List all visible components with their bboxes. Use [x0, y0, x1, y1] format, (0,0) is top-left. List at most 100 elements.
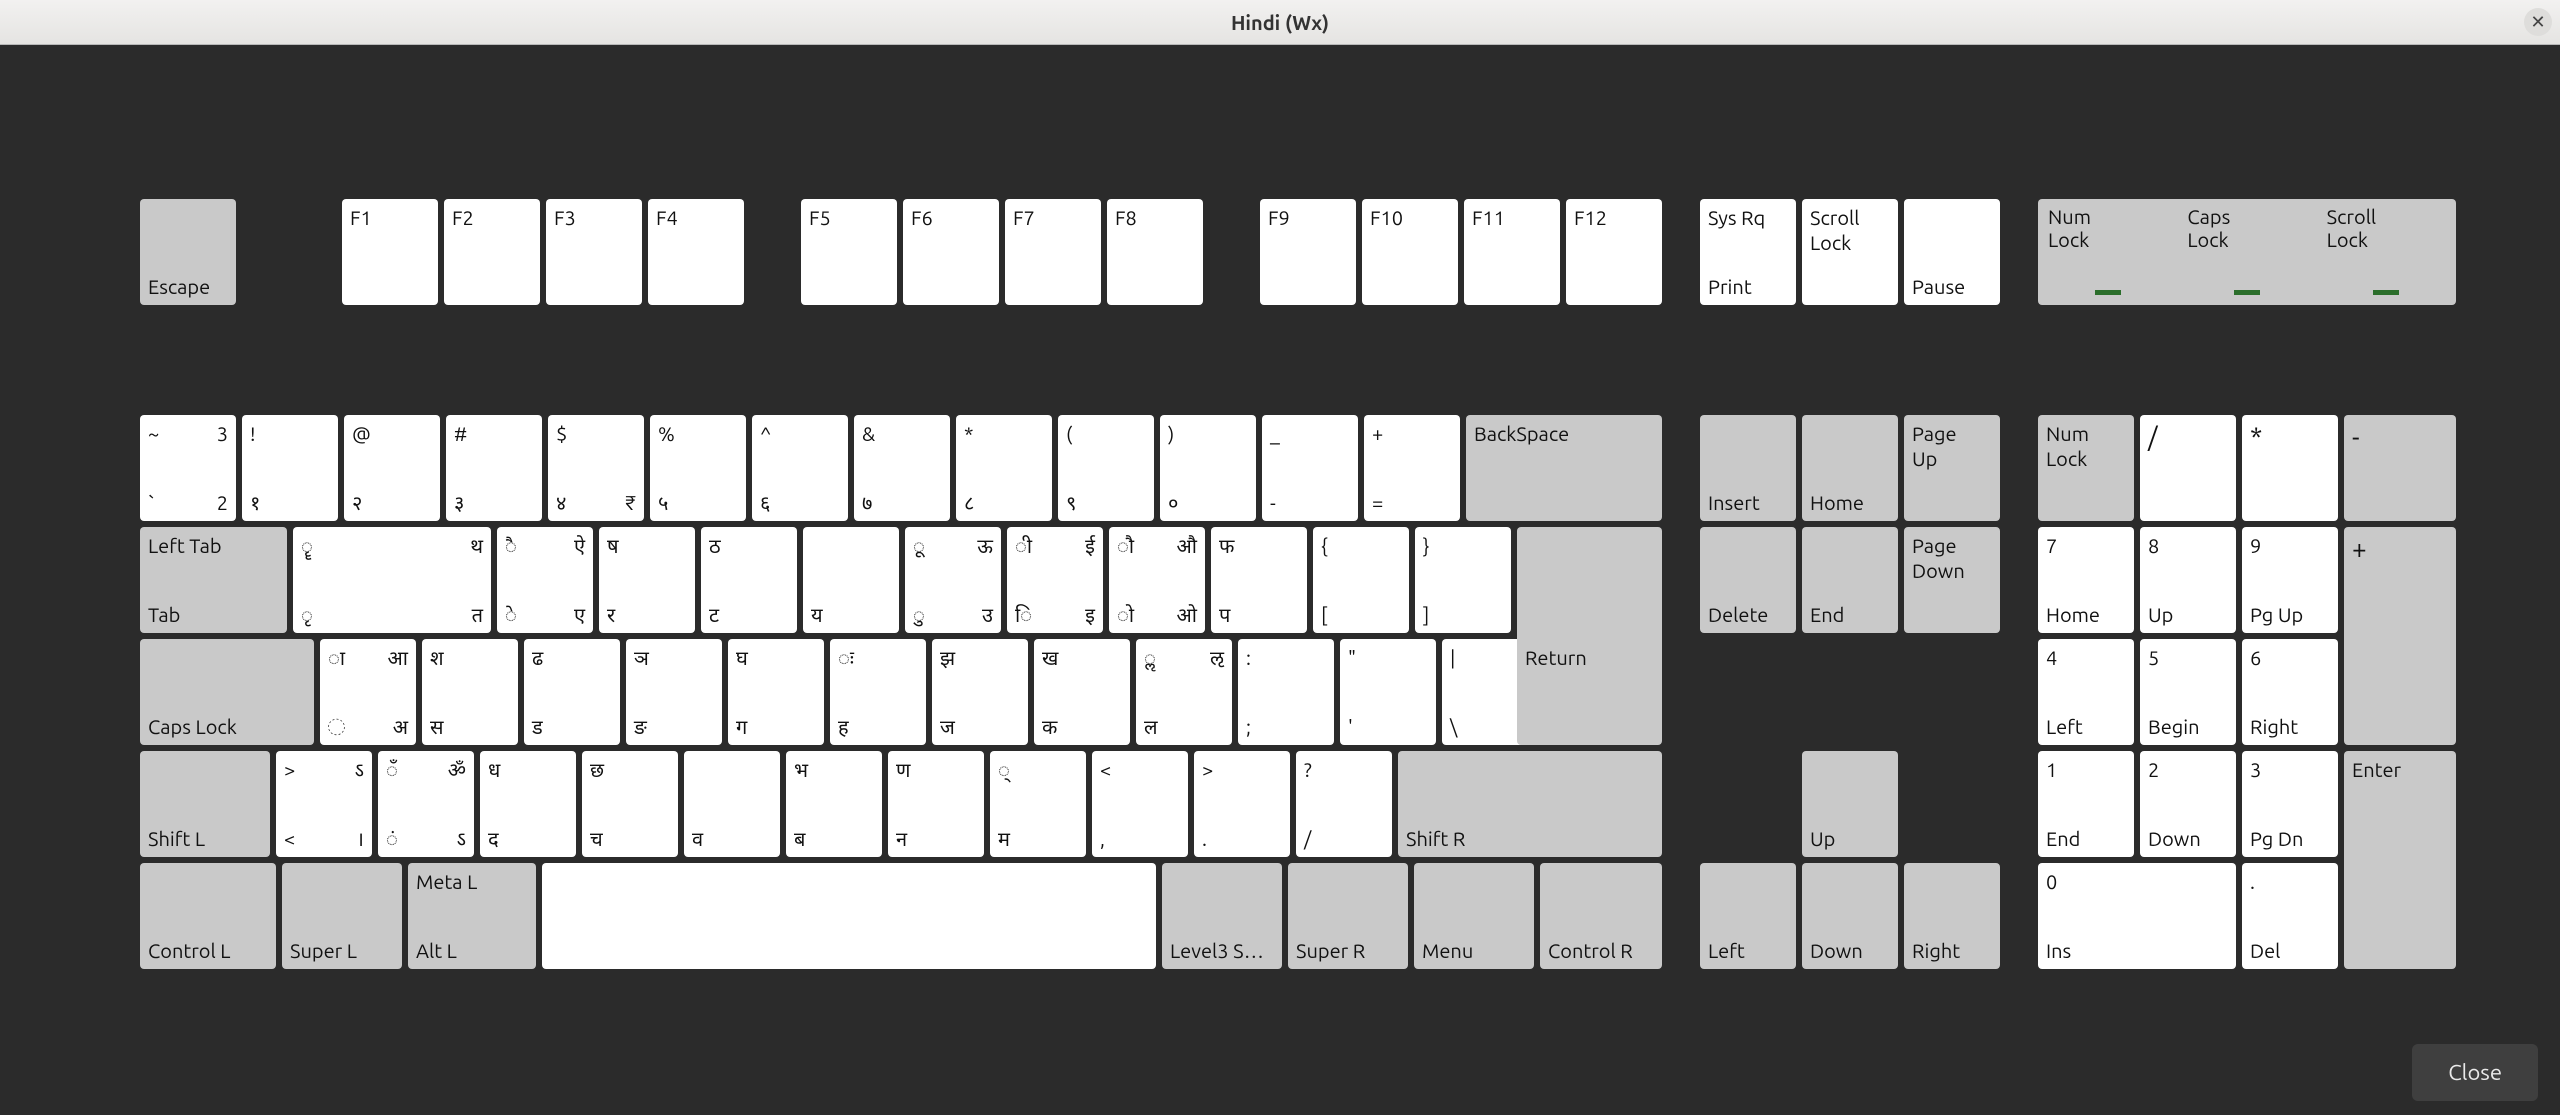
- key-kp-0[interactable]: 0Ins: [2038, 863, 2236, 969]
- key-kp-6[interactable]: 6Right: [2242, 639, 2338, 745]
- key-m[interactable]: ◌्म: [990, 751, 1086, 857]
- key-insert[interactable]: Insert: [1700, 415, 1796, 521]
- key-f3[interactable]: F3: [546, 199, 642, 305]
- key-kp-1[interactable]: 1End: [2038, 751, 2134, 857]
- key-1[interactable]: !१: [242, 415, 338, 521]
- key-a[interactable]: ◌ा◌आअ: [320, 639, 416, 745]
- key-7[interactable]: &७: [854, 415, 950, 521]
- key-pageup[interactable]: Page Up: [1904, 415, 2000, 521]
- key-f7[interactable]: F7: [1005, 199, 1101, 305]
- key-q[interactable]: ◌ॄ◌ृथत: [293, 527, 491, 633]
- key-f[interactable]: ञङ: [626, 639, 722, 745]
- key-comma[interactable]: <,: [1092, 751, 1188, 857]
- key-pause[interactable]: Pause: [1904, 199, 2000, 305]
- key-kp-7[interactable]: 7Home: [2038, 527, 2134, 633]
- key-kp-multiply[interactable]: *: [2242, 415, 2338, 521]
- key-lessgreater[interactable]: >ऽ<।: [276, 751, 372, 857]
- key-p[interactable]: {[: [1313, 527, 1409, 633]
- key-kp-2[interactable]: 2Down: [2140, 751, 2236, 857]
- key-r[interactable]: ठट: [701, 527, 797, 633]
- key-semicolon[interactable]: :;: [1238, 639, 1334, 745]
- key-d[interactable]: ढड: [524, 639, 620, 745]
- key-6[interactable]: ^६: [752, 415, 848, 521]
- key-f11[interactable]: F11: [1464, 199, 1560, 305]
- key-level3-shift[interactable]: Level3 S…: [1162, 863, 1282, 969]
- key-up[interactable]: Up: [1802, 751, 1898, 857]
- key-home[interactable]: Home: [1802, 415, 1898, 521]
- key-kp-4[interactable]: 4Left: [2038, 639, 2134, 745]
- key-h[interactable]: ◌ःह: [830, 639, 926, 745]
- key-escape[interactable]: Escape: [140, 199, 236, 305]
- key-0[interactable]: )०: [1160, 415, 1256, 521]
- key-equals[interactable]: +=: [1364, 415, 1460, 521]
- key-kp-subtract[interactable]: -: [2344, 415, 2456, 521]
- key-kp-add[interactable]: +: [2344, 527, 2456, 745]
- close-icon[interactable]: ✕: [2524, 8, 2552, 36]
- key-slash[interactable]: ?/: [1296, 751, 1392, 857]
- key-ctrl-left[interactable]: Control L: [140, 863, 276, 969]
- key-c[interactable]: छच: [582, 751, 678, 857]
- key-i[interactable]: ◌ौ◌ोऔओ: [1109, 527, 1205, 633]
- key-y[interactable]: ◌ू◌ुऊउ: [905, 527, 1001, 633]
- key-z[interactable]: ◌ँ◌ंॐऽ: [378, 751, 474, 857]
- key-capslock[interactable]: Caps Lock: [140, 639, 314, 745]
- key-e[interactable]: षर: [599, 527, 695, 633]
- key-g[interactable]: घग: [728, 639, 824, 745]
- key-left[interactable]: Left: [1700, 863, 1796, 969]
- key-l[interactable]: ◌ॢऌल: [1136, 639, 1232, 745]
- key-kp-5[interactable]: 5Begin: [2140, 639, 2236, 745]
- key-u[interactable]: ◌ी◌िईइ: [1007, 527, 1103, 633]
- key-n[interactable]: णन: [888, 751, 984, 857]
- key-minus[interactable]: _-: [1262, 415, 1358, 521]
- key-f10[interactable]: F10: [1362, 199, 1458, 305]
- close-button[interactable]: Close: [2412, 1044, 2538, 1101]
- key-kp-9[interactable]: 9Pg Up: [2242, 527, 2338, 633]
- key-period[interactable]: >.: [1194, 751, 1290, 857]
- key-alt-left[interactable]: Meta LAlt L: [408, 863, 536, 969]
- key-5[interactable]: %५: [650, 415, 746, 521]
- key-v[interactable]: व: [684, 751, 780, 857]
- key-3[interactable]: #३: [446, 415, 542, 521]
- key-t[interactable]: य: [803, 527, 899, 633]
- key-backspace[interactable]: BackSpace: [1466, 415, 1662, 521]
- key-scroll-lock[interactable]: Scroll Lock: [1802, 199, 1898, 305]
- key-down[interactable]: Down: [1802, 863, 1898, 969]
- key-b[interactable]: भब: [786, 751, 882, 857]
- key-kp-3[interactable]: 3Pg Dn: [2242, 751, 2338, 857]
- key-delete[interactable]: Delete: [1700, 527, 1796, 633]
- key-kp-8[interactable]: 8Up: [2140, 527, 2236, 633]
- key-f8[interactable]: F8: [1107, 199, 1203, 305]
- key-4[interactable]: $४₹: [548, 415, 644, 521]
- key-super-right[interactable]: Super R: [1288, 863, 1408, 969]
- key-kp-enter[interactable]: Enter: [2344, 751, 2456, 969]
- key-f12[interactable]: F12: [1566, 199, 1662, 305]
- key-2[interactable]: @२: [344, 415, 440, 521]
- key-menu[interactable]: Menu: [1414, 863, 1534, 969]
- key-tab[interactable]: Left TabTab: [140, 527, 287, 633]
- key-kp-decimal[interactable]: .Del: [2242, 863, 2338, 969]
- key-kp-divide[interactable]: /: [2140, 415, 2236, 521]
- key-f4[interactable]: F4: [648, 199, 744, 305]
- key-grave[interactable]: ~3`2: [140, 415, 236, 521]
- key-f2[interactable]: F2: [444, 199, 540, 305]
- key-ctrl-right[interactable]: Control R: [1540, 863, 1662, 969]
- key-9[interactable]: (९: [1058, 415, 1154, 521]
- key-j[interactable]: झज: [932, 639, 1028, 745]
- key-s[interactable]: शस: [422, 639, 518, 745]
- key-leftbracket[interactable]: }]: [1415, 527, 1511, 633]
- key-f1[interactable]: F1: [342, 199, 438, 305]
- key-f6[interactable]: F6: [903, 199, 999, 305]
- key-end[interactable]: End: [1802, 527, 1898, 633]
- key-f5[interactable]: F5: [801, 199, 897, 305]
- key-k[interactable]: खक: [1034, 639, 1130, 745]
- key-return[interactable]: Return: [1517, 527, 1662, 745]
- key-shift-right[interactable]: Shift R: [1398, 751, 1662, 857]
- key-apostrophe[interactable]: "': [1340, 639, 1436, 745]
- key-w[interactable]: ◌ै◌ेऐए: [497, 527, 593, 633]
- key-super-left[interactable]: Super L: [282, 863, 402, 969]
- key-o[interactable]: फप: [1211, 527, 1307, 633]
- key-print[interactable]: Sys RqPrint: [1700, 199, 1796, 305]
- key-x[interactable]: धद: [480, 751, 576, 857]
- key-numlock[interactable]: Num Lock: [2038, 415, 2134, 521]
- key-pagedown[interactable]: Page Down: [1904, 527, 2000, 633]
